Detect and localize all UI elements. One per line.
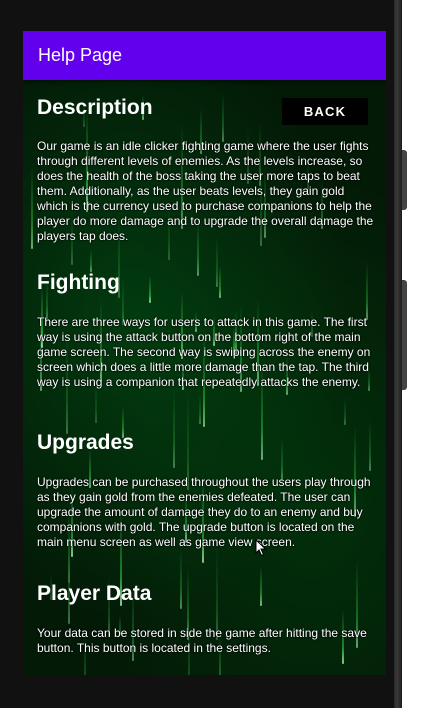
rain-streak (90, 250, 92, 272)
rain-streak (149, 276, 151, 303)
volume-button (402, 150, 407, 210)
app-screen: Help Page Description BACK Our game is a… (23, 31, 386, 675)
rain-streak (199, 394, 201, 424)
rain-streak (31, 166, 33, 249)
rain-streak (180, 549, 182, 609)
help-content[interactable]: Description BACK Our game is an idle cli… (23, 80, 386, 675)
power-button (402, 280, 407, 390)
page-title: Help Page (38, 45, 123, 65)
back-button[interactable]: BACK (282, 98, 368, 125)
rain-streak (222, 93, 224, 142)
section-body-upgrades: Upgrades can be purchased throughout the… (37, 475, 371, 549)
section-body-fighting: There are three ways for users to attack… (37, 315, 371, 389)
section-body-description: Our game is an idle clicker fighting gam… (37, 139, 374, 243)
rain-streak (173, 388, 175, 468)
section-body-player-data: Your data can be stored in side the game… (37, 626, 367, 655)
section-title-fighting: Fighting (37, 271, 120, 294)
app-bar: Help Page (23, 31, 386, 80)
rain-streak (366, 261, 368, 320)
rain-streak (219, 265, 221, 298)
section-title-upgrades: Upgrades (37, 431, 134, 454)
device-edge (394, 0, 402, 708)
rain-streak (260, 566, 262, 606)
section-title-description: Description (37, 96, 153, 119)
mouse-pointer-icon (255, 539, 267, 557)
section-title-player-data: Player Data (37, 582, 152, 605)
rain-streak (369, 421, 371, 471)
rain-streak (344, 398, 346, 425)
